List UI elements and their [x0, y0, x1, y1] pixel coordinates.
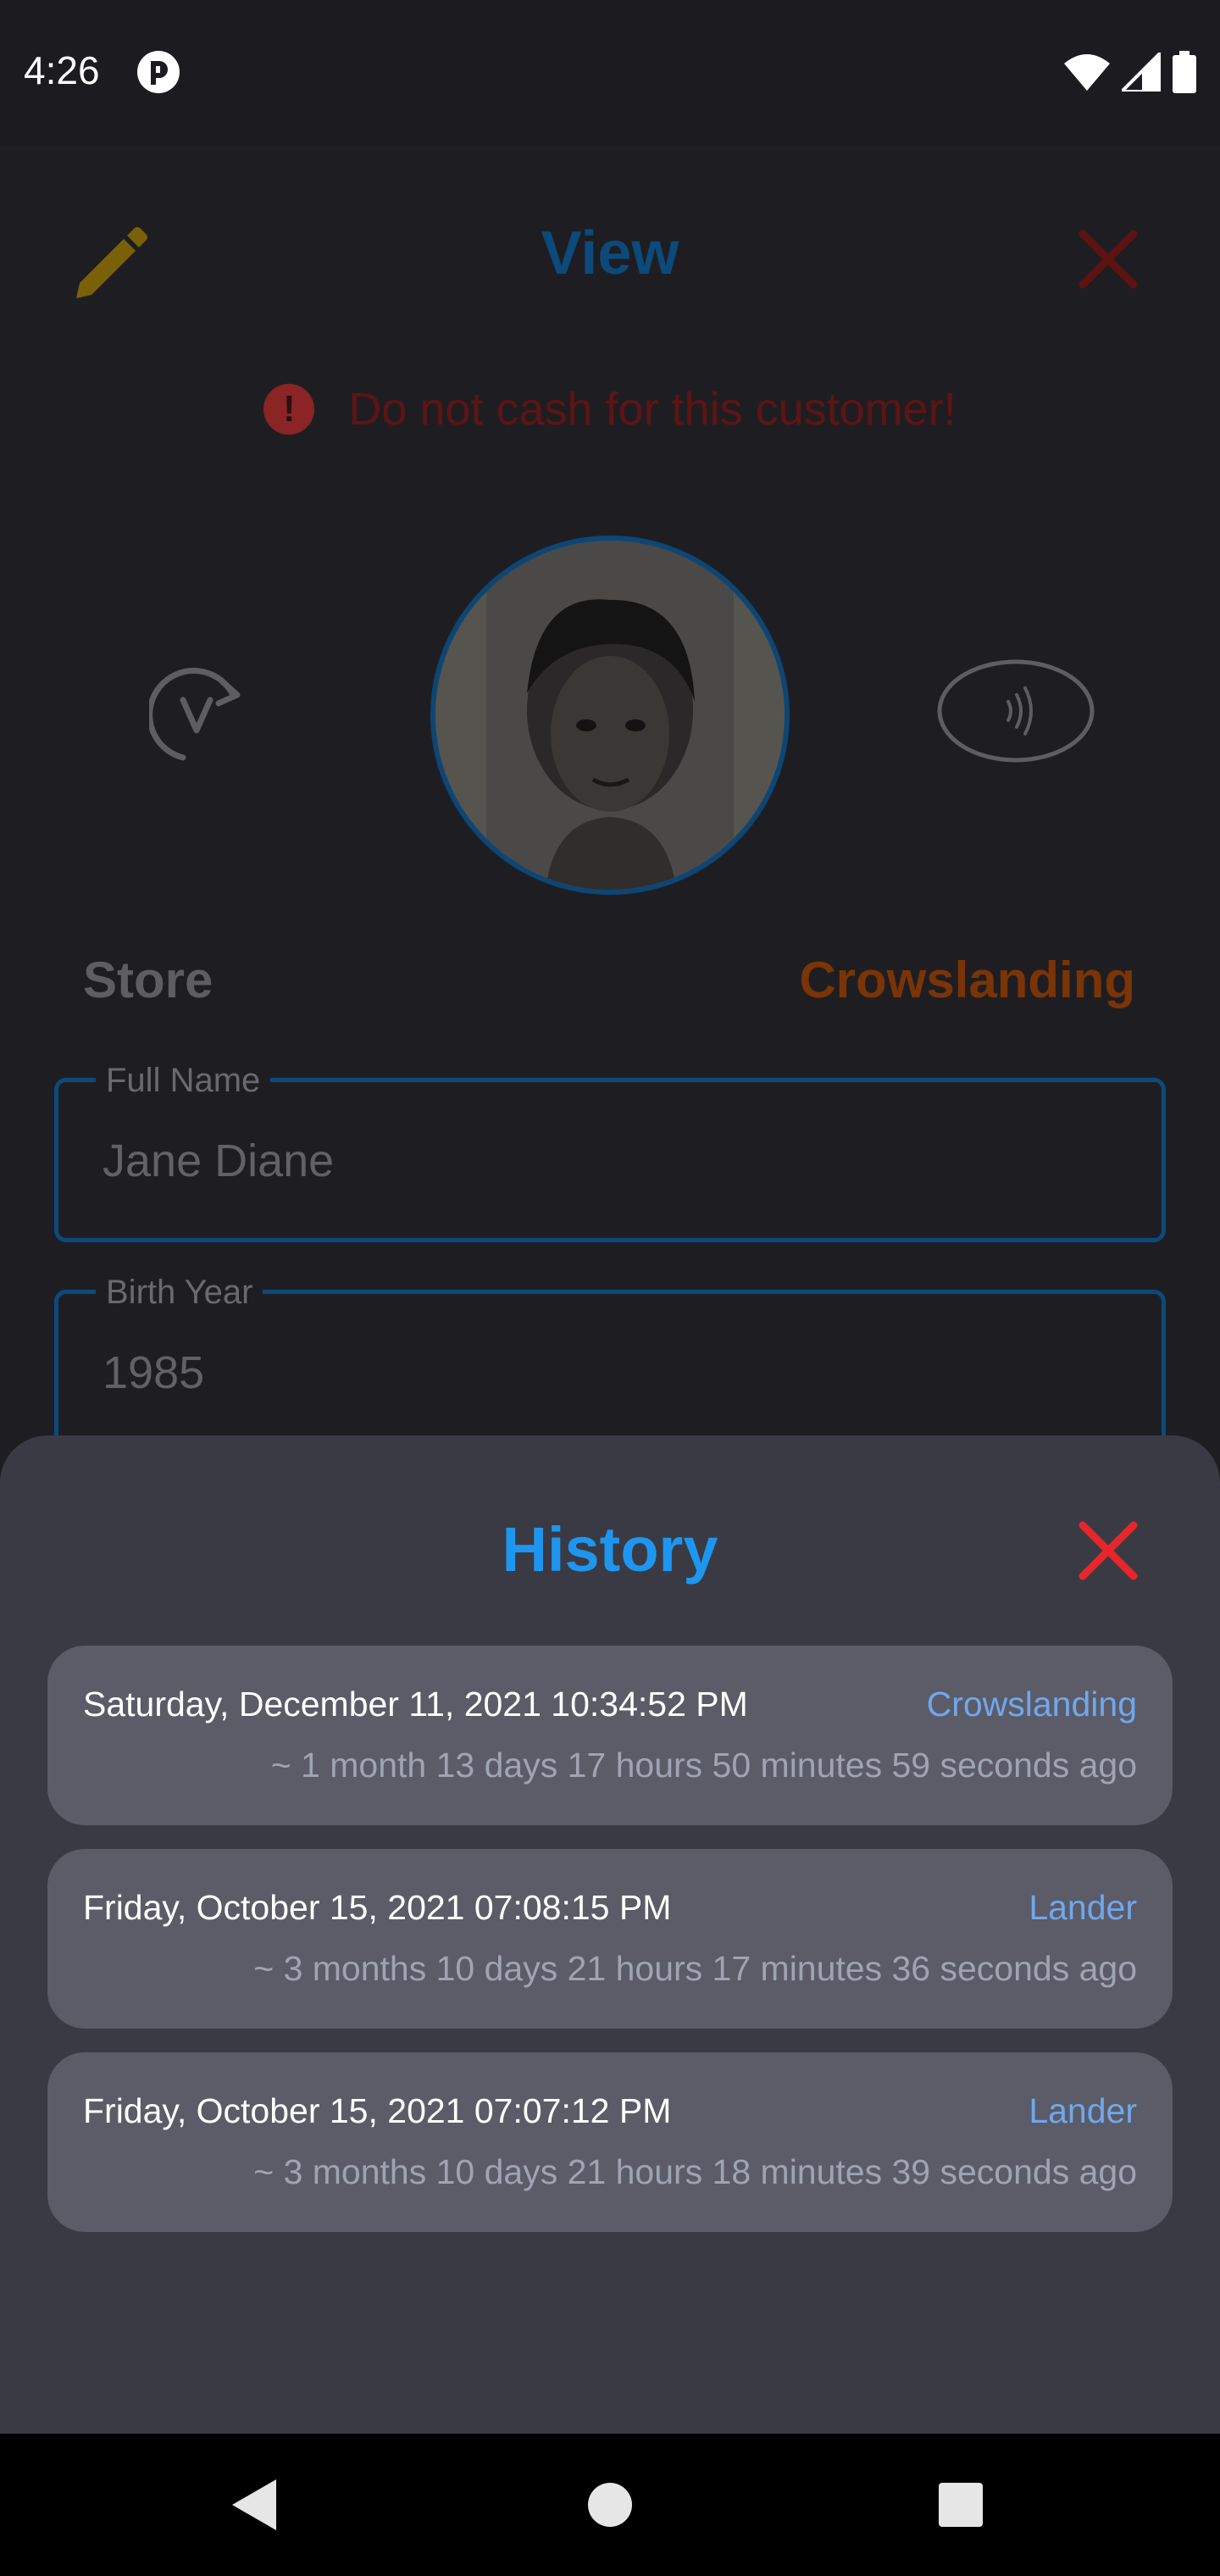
recents-icon[interactable] [927, 2471, 995, 2539]
store-label: Store [83, 952, 214, 1008]
history-item-ago: ~ 3 months 10 days 21 hours 17 minutes 3… [253, 1949, 1137, 1988]
app-notification-icon [137, 51, 180, 93]
customer-photo[interactable] [430, 536, 790, 895]
rotate-verify-icon[interactable] [149, 666, 246, 763]
store-value: Crowslanding [799, 952, 1135, 1008]
portrait-image [435, 541, 785, 890]
history-item-ago: ~ 3 months 10 days 21 hours 18 minutes 3… [253, 2152, 1137, 2191]
close-icon[interactable] [1074, 225, 1142, 293]
history-item-ago: ~ 1 month 13 days 17 hours 50 minutes 59… [270, 1746, 1137, 1785]
history-item-date: Saturday, December 11, 2021 10:34:52 PM [83, 1685, 748, 1724]
full-name-value: Jane Diane [103, 1135, 335, 1186]
history-item[interactable]: Saturday, December 11, 2021 10:34:52 PM … [47, 1646, 1173, 1825]
cell-signal-icon [1122, 53, 1161, 92]
history-item[interactable]: Friday, October 15, 2021 07:08:15 PM Lan… [47, 1849, 1173, 2029]
full-name-field[interactable]: Full Name Jane Diane [54, 1062, 1166, 1242]
page-title: View [541, 219, 679, 287]
birth-year-field[interactable]: Birth Year 1985 [54, 1274, 1166, 1454]
history-item-date: Friday, October 15, 2021 07:08:15 PM [83, 1888, 672, 1927]
warning-banner: ! Do not cash for this customer! [0, 383, 1220, 436]
battery-icon [1173, 51, 1196, 93]
home-icon[interactable] [576, 2471, 644, 2539]
history-title: History [502, 1514, 718, 1585]
warning-text: Do not cash for this customer! [348, 384, 957, 435]
history-sheet: History Saturday, December 11, 2021 10:3… [0, 1435, 1220, 2434]
birth-year-label: Birth Year [96, 1274, 263, 1312]
close-history-icon[interactable] [1074, 1517, 1142, 1585]
status-icons [1064, 51, 1196, 93]
history-item-store[interactable]: Crowslanding [927, 1685, 1137, 1724]
alert-icon: ! [263, 384, 315, 435]
status-bar: 4:26 [0, 0, 1220, 146]
history-item-store[interactable]: Lander [1029, 1888, 1137, 1928]
full-name-label: Full Name [96, 1062, 271, 1100]
back-icon[interactable] [220, 2471, 288, 2539]
birth-year-value: 1985 [103, 1347, 205, 1398]
status-time: 4:26 [24, 48, 100, 92]
history-item[interactable]: Friday, October 15, 2021 07:07:12 PM Lan… [47, 2052, 1173, 2232]
history-item-date: Friday, October 15, 2021 07:07:12 PM [83, 2091, 672, 2130]
history-item-store[interactable]: Lander [1029, 2091, 1137, 2131]
navigation-bar [0, 2434, 1220, 2576]
wifi-icon [1064, 54, 1110, 91]
nfc-contactless-icon[interactable] [935, 658, 1096, 764]
